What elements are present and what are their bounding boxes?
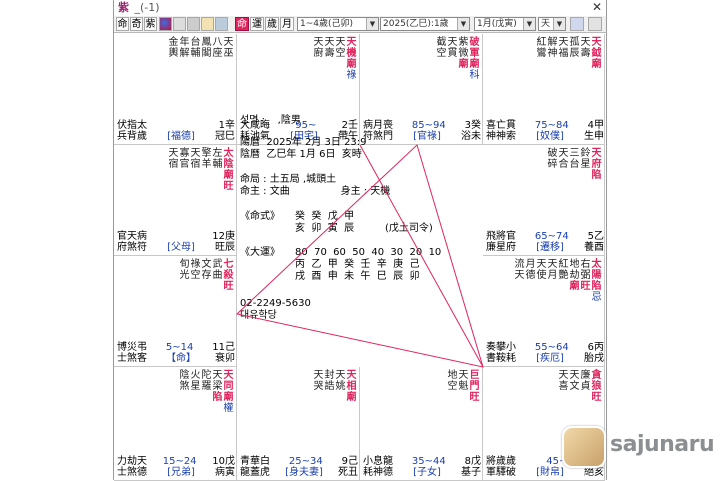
sajunaru-logo xyxy=(562,426,606,468)
opposite-line xyxy=(359,144,484,368)
sanfang-lines xyxy=(235,144,484,368)
triangle-line xyxy=(235,144,484,368)
app-window: 紫 _(-1) ✕ 命 奇 紫 命 運 歲 月 1~4歲(己卯) ▼ 2025(乙… xyxy=(113,0,607,481)
watermark-text: sajunaru xyxy=(610,432,715,457)
